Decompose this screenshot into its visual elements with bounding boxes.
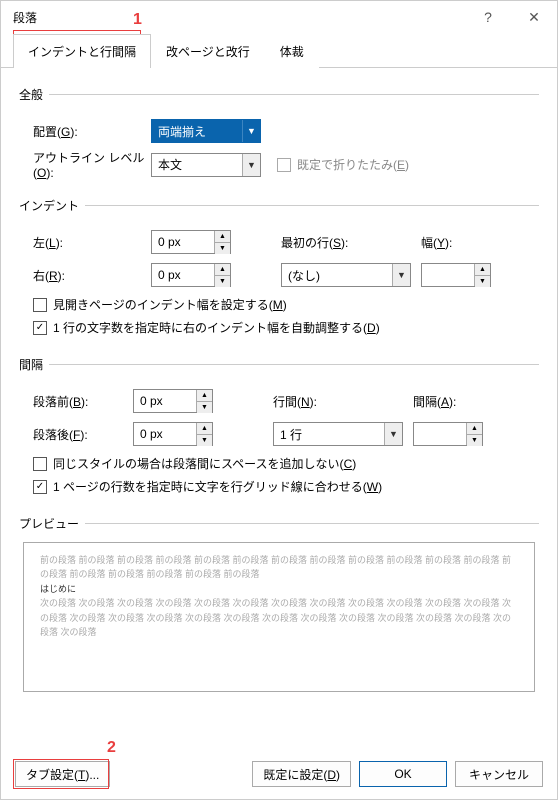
spacing-at-label: 間隔(A):	[413, 393, 473, 410]
space-after-label: 段落後(F):	[23, 426, 133, 443]
tabs-button[interactable]: タブ設定(T)...	[15, 761, 110, 787]
dialog-footer: 2 タブ設定(T)... 既定に設定(D) OK キャンセル	[1, 749, 557, 799]
chevron-down-icon: ▼	[242, 154, 260, 176]
group-indent: インデント 左(L): 0 px ▲▼ 最初の行(S): 幅(Y): 右(R):…	[19, 197, 539, 346]
group-preview: プレビュー 前の段落 前の段落 前の段落 前の段落 前の段落 前の段落 前の段落…	[19, 515, 539, 696]
paragraph-dialog: 段落 ? ✕ 1 インデントと行間隔 改ページと改行 体裁 全般 配置(G): …	[0, 0, 558, 800]
titlebar: 段落 ? ✕	[1, 1, 557, 33]
snap-to-grid-label: 1 ページの行数を指定時に文字を行グリッド線に合わせる(W)	[53, 478, 382, 495]
space-before-input[interactable]: 0 px ▲▼	[133, 389, 213, 413]
indent-left-input[interactable]: 0 px ▲▼	[151, 230, 231, 254]
spin-buttons[interactable]: ▲▼	[474, 264, 490, 286]
tab-asian-typography[interactable]: 体裁	[265, 34, 319, 68]
mirror-indents-checkbox[interactable]	[33, 298, 47, 312]
tab-page-breaks[interactable]: 改ページと改行	[151, 34, 265, 68]
spin-buttons[interactable]: ▲▼	[214, 231, 230, 253]
line-spacing-label: 行間(N):	[273, 393, 363, 410]
indent-width-input[interactable]: ▲▼	[421, 263, 491, 287]
group-spacing: 間隔 段落前(B): 0 px ▲▼ 行間(N): 間隔(A): 段落後(F):…	[19, 356, 539, 505]
mirror-indents-label: 見開きページのインデント幅を設定する(M)	[53, 296, 287, 313]
cancel-button[interactable]: キャンセル	[455, 761, 543, 787]
preview-box: 前の段落 前の段落 前の段落 前の段落 前の段落 前の段落 前の段落 前の段落 …	[23, 542, 535, 692]
alignment-combo[interactable]: 両端揃え ▼	[151, 119, 261, 143]
spin-buttons[interactable]: ▲▼	[196, 390, 212, 412]
help-button[interactable]: ?	[465, 1, 511, 33]
outline-combo[interactable]: 本文 ▼	[151, 153, 261, 177]
spin-buttons[interactable]: ▲▼	[196, 423, 212, 445]
space-before-label: 段落前(B):	[23, 393, 133, 410]
preview-next: 次の段落 次の段落 次の段落 次の段落 次の段落 次の段落 次の段落 次の段落 …	[40, 596, 518, 639]
preview-current: はじめに	[40, 582, 518, 596]
group-general-legend: 全般	[19, 86, 49, 103]
chevron-down-icon: ▼	[242, 120, 260, 142]
no-space-same-style-label: 同じスタイルの場合は段落間にスペースを追加しない(C)	[53, 455, 356, 472]
auto-adjust-checkbox[interactable]: ✓	[33, 321, 47, 335]
firstline-combo[interactable]: (なし) ▼	[281, 263, 411, 287]
group-preview-legend: プレビュー	[19, 515, 85, 532]
collapse-label: 既定で折りたたみ(E)	[297, 156, 409, 173]
annotation-2: 2	[107, 739, 116, 757]
tab-bar: 1 インデントと行間隔 改ページと改行 体裁	[1, 33, 557, 68]
auto-adjust-label: 1 行の文字数を指定時に右のインデント幅を自動調整する(D)	[53, 319, 380, 336]
alignment-label: 配置(G):	[23, 123, 151, 140]
preview-prev: 前の段落 前の段落 前の段落 前の段落 前の段落 前の段落 前の段落 前の段落 …	[40, 553, 518, 582]
collapse-checkbox[interactable]	[277, 158, 291, 172]
group-spacing-legend: 間隔	[19, 356, 49, 373]
indent-right-input[interactable]: 0 px ▲▼	[151, 263, 231, 287]
no-space-same-style-checkbox[interactable]	[33, 457, 47, 471]
chevron-down-icon: ▼	[392, 264, 410, 286]
indent-left-label: 左(L):	[23, 234, 151, 251]
indent-width-label: 幅(Y):	[421, 234, 481, 251]
chevron-down-icon: ▼	[384, 423, 402, 445]
set-default-button[interactable]: 既定に設定(D)	[252, 761, 351, 787]
space-after-input[interactable]: 0 px ▲▼	[133, 422, 213, 446]
group-indent-legend: インデント	[19, 197, 85, 214]
outline-label: アウトライン レベル(O):	[23, 149, 151, 180]
line-spacing-combo[interactable]: 1 行 ▼	[273, 422, 403, 446]
ok-button[interactable]: OK	[359, 761, 447, 787]
firstline-label: 最初の行(S):	[281, 234, 371, 251]
tab-indent-spacing[interactable]: インデントと行間隔	[13, 34, 151, 68]
snap-to-grid-checkbox[interactable]: ✓	[33, 480, 47, 494]
spin-buttons[interactable]: ▲▼	[214, 264, 230, 286]
spin-buttons[interactable]: ▲▼	[466, 423, 482, 445]
group-general: 全般 配置(G): 両端揃え ▼ アウトライン レベル(O): 本文 ▼ 既定で…	[19, 86, 539, 187]
close-button[interactable]: ✕	[511, 1, 557, 33]
indent-right-label: 右(R):	[23, 267, 151, 284]
window-title: 段落	[13, 9, 465, 26]
spacing-at-input[interactable]: ▲▼	[413, 422, 483, 446]
